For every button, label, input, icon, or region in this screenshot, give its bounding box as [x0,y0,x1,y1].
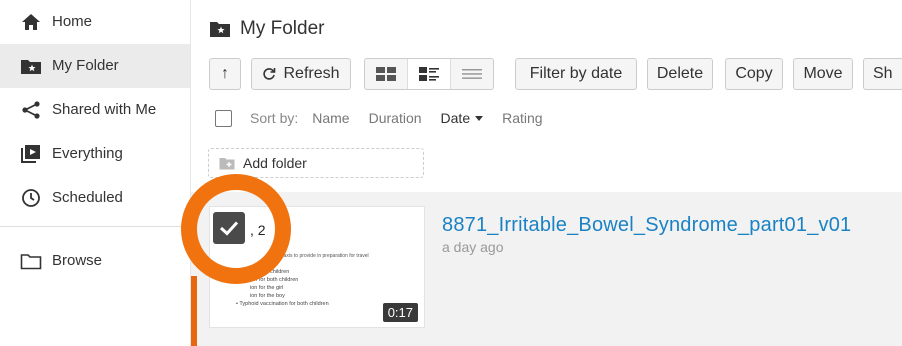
session-date: a day ago [442,239,504,255]
refresh-button[interactable]: Refresh [251,58,351,90]
filter-label: Filter by date [529,65,623,82]
detail-view-button[interactable] [407,59,450,89]
thumbnail-number: , 2 [250,222,266,238]
share-button[interactable]: Sh [863,58,902,90]
move-button[interactable]: Move [793,58,853,90]
copy-button[interactable]: Copy [725,58,783,90]
sidebar-item-browse[interactable]: Browse [0,239,190,283]
refresh-icon [263,68,276,80]
sidebar-item-home[interactable]: Home [0,0,190,44]
detail-view-icon [419,67,439,81]
checkmark-icon [219,221,239,236]
session-row[interactable]: rophylaxis to provide in preparation for… [191,192,902,346]
main-content: My Folder ↑ Refresh Filter by date Delet… [191,0,902,346]
sidebar-item-label: Browse [52,252,103,269]
sidebar: Home My Folder Shared with Me Everything… [0,0,190,346]
thumbnail-line: ion for the girl [250,285,284,291]
sort-option-date[interactable]: Date [441,110,484,126]
share-icon [22,101,40,119]
sort-option-name[interactable]: Name [312,110,349,126]
list-view-button[interactable] [450,59,493,89]
thumbnail-line: children [270,269,290,275]
grid-view-button[interactable] [365,59,407,89]
sidebar-item-shared[interactable]: Shared with Me [0,88,190,132]
sidebar-item-label: Everything [52,145,123,162]
page-title: My Folder [209,18,324,40]
sidebar-item-label: My Folder [52,57,119,74]
sidebar-item-scheduled[interactable]: Scheduled [0,176,190,220]
caret-down-icon [475,116,484,121]
folder-star-icon [21,60,41,74]
sort-bar: Sort by: Name Duration Date Rating [215,107,562,129]
home-icon [22,14,40,30]
thumbnail-line: • Typhoid vaccination for both children [236,301,329,307]
sort-option-rating[interactable]: Rating [502,110,542,126]
grid-view-icon [376,67,396,81]
up-button[interactable]: ↑ [209,58,241,90]
folder-icon [20,254,42,270]
selection-accent-bar [191,276,197,346]
sidebar-item-label: Scheduled [52,189,123,206]
sidebar-item-label: Home [52,13,93,30]
up-arrow-icon: ↑ [221,65,229,82]
filter-by-date-button[interactable]: Filter by date [515,58,637,90]
delete-label: Delete [656,65,704,82]
clock-icon [22,189,40,207]
session-title-link[interactable]: 8871_Irritable_Bowel_Syndrome_part01_v01 [442,214,851,237]
sidebar-divider [0,226,190,227]
sidebar-item-my-folder[interactable]: My Folder [0,44,190,88]
play-library-icon [21,145,40,163]
move-label: Move [803,65,843,82]
add-folder-label: Add folder [243,155,307,171]
refresh-label: Refresh [283,65,340,82]
sort-label: Sort by: [250,110,299,126]
page-title-text: My Folder [240,18,325,39]
share-label: Sh [873,65,893,82]
select-all-checkbox[interactable] [215,109,232,127]
sort-option-date-label: Date [440,110,471,126]
list-view-icon [462,69,482,79]
duration-badge: 0:17 [382,303,418,322]
delete-button[interactable]: Delete [647,58,713,90]
sidebar-item-label: Shared with Me [52,101,157,118]
sort-option-duration[interactable]: Duration [369,110,422,126]
add-folder-icon [219,157,235,169]
folder-star-icon [210,22,230,37]
copy-label: Copy [735,65,773,82]
view-toggle-group [364,58,494,90]
session-checkbox[interactable] [213,212,245,244]
sidebar-item-everything[interactable]: Everything [0,132,190,176]
thumbnail-line: ion for the boy [250,293,285,299]
